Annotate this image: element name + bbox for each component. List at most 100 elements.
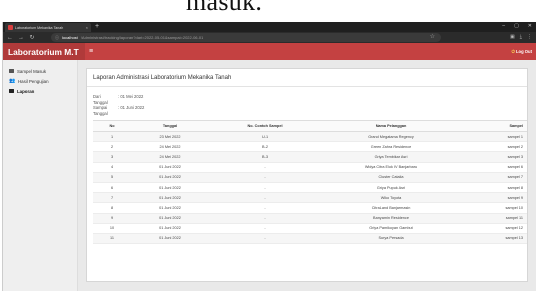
table-cell: U-1 <box>209 131 321 143</box>
menu-icon[interactable]: ⋮ <box>527 34 532 40</box>
sidebar-item-laporan[interactable]: Laporan <box>3 86 77 96</box>
table-cell: 01 Juni 2022 <box>131 213 209 224</box>
table-cell: Banyamin Residence <box>321 213 461 224</box>
table-row: 5 01 Juni 2022- Cluster Catalia sampel 7 <box>93 172 527 183</box>
table-header-row: No Tanggal No. Contoh Sampel Nama Pelang… <box>93 120 527 132</box>
tab-bar: Laboratorium Mekanika Tanah × + – ▢ ✕ <box>3 22 536 32</box>
tab-title: Laboratorium Mekanika Tanah <box>15 25 64 30</box>
table-cell: sampel 3 <box>461 151 527 163</box>
back-icon[interactable]: ← <box>7 35 13 41</box>
table-row: 6 01 Juni 2022- Griya Pupuk Asri sampel 8 <box>93 182 527 194</box>
users-icon: 👥 <box>9 78 16 84</box>
table-cell: sampel 12 <box>461 223 527 234</box>
url-input[interactable]: ⓘ localhost /Administrasi/tracking/lapor… <box>51 33 441 42</box>
table-cell: Widya Citra Elok IV Banjarbaru <box>321 162 461 173</box>
table-cell: - <box>209 213 321 224</box>
table-cell: sampel 8 <box>461 182 527 194</box>
inbox-icon <box>9 69 14 73</box>
table-cell: 24 Mei 2022 <box>131 141 209 153</box>
address-bar-row: ← → ↻ ⓘ localhost /Administrasi/tracking… <box>3 32 536 43</box>
table-cell: 10 <box>93 223 131 234</box>
sidebar-item-sampel-masuk[interactable]: Sampel Masuk <box>3 66 77 76</box>
app-header: Laboratorium M.T ≡ ⏻ Log Out <box>3 43 536 60</box>
close-window-icon[interactable]: ✕ <box>528 23 532 29</box>
table-cell: 7 <box>93 192 131 204</box>
download-icon[interactable]: ⤓ <box>520 34 522 40</box>
top-navbar: ≡ ⏻ Log Out <box>85 43 536 60</box>
table-cell: Grand Megatama Regency <box>321 131 461 143</box>
table-cell: 01 Juni 2022 <box>131 182 209 194</box>
maximize-icon[interactable]: ▢ <box>514 23 519 29</box>
table-cell: Green Zahra Residence <box>321 141 461 153</box>
new-tab-button[interactable]: + <box>95 22 99 31</box>
sidebar-item-hasil-pengujian[interactable]: 👥 Hasil Pengujian <box>3 76 77 86</box>
table-cell: 01 Juni 2022 <box>131 162 209 173</box>
table-cell: - <box>209 223 321 234</box>
date-range: Dari Tanggal : 01 Mei 2022 Sampai Tangga… <box>87 87 527 120</box>
table-cell: 1 <box>93 131 131 143</box>
column-header: No. Contoh Sampel <box>209 120 321 132</box>
table-cell: sampel 13 <box>461 233 527 245</box>
from-date-value: : 01 Mei 2022 <box>118 94 144 99</box>
table-cell: - <box>209 202 321 214</box>
reload-icon[interactable]: ↻ <box>29 34 35 41</box>
url-path: /Administrasi/tracking/laporan?dari=2022… <box>80 35 204 40</box>
main-content: Laporan Administrasi Laboratorium Mekani… <box>78 60 536 291</box>
brand-title[interactable]: Laboratorium M.T <box>3 43 85 60</box>
sidebar-item-label: Sampel Masuk <box>17 68 47 74</box>
forward-icon[interactable]: → <box>18 35 24 41</box>
table-row: 10 01 Juni 2022- Griya Pamikoyan Gambut sam… <box>93 223 527 234</box>
tab-close-icon[interactable]: × <box>86 25 88 30</box>
table-cell: Griya Tembikar Asri <box>321 151 461 163</box>
bookmark-star-icon[interactable]: ☆ <box>430 33 435 40</box>
table-cell: 2 <box>93 141 131 153</box>
table-row: 3 24 Mei 2022 B-3 Griya Tembikar Asri sampel… <box>93 151 527 163</box>
table-cell: 01 Juni 2022 <box>131 172 209 183</box>
report-icon <box>9 89 14 93</box>
table-cell: 24 Mei 2022 <box>131 151 209 163</box>
window-controls: – ▢ ✕ <box>502 23 532 29</box>
table-cell: - <box>209 162 321 173</box>
table-cell: sampel 10 <box>461 202 527 214</box>
table-row: 8 01 Juni 2022- CitraLand Banjarmasin sampe… <box>93 202 527 214</box>
table-cell: 11 <box>93 233 131 245</box>
browser-toolbar-icons: ▣ ⤓ ⋮ <box>510 34 532 40</box>
table-cell: sampel 6 <box>461 162 527 173</box>
table-cell: 3 <box>93 151 131 163</box>
extensions-icon[interactable]: ▣ <box>510 34 515 40</box>
table-cell: CitraLand Banjarmasin <box>321 202 461 214</box>
table-cell: 8 <box>93 202 131 214</box>
sidebar-item-label: Hasil Pengujian <box>18 78 49 84</box>
table-cell: Wiko Toyota <box>321 192 461 204</box>
table-cell: Griya Pamikoyan Gambut <box>321 223 461 234</box>
column-header: Tanggal <box>131 120 209 132</box>
table-cell: - <box>209 192 321 204</box>
logout-icon: ⏻ <box>511 49 515 54</box>
table-cell: 6 <box>93 182 131 194</box>
table-row: 4 01 Juni 2022- Widya Citra Elok IV Banjar… <box>93 162 527 173</box>
table-cell: sampel 2 <box>461 141 527 153</box>
browser-tab[interactable]: Laboratorium Mekanika Tanah × <box>5 23 91 32</box>
caption-text: masuk. <box>186 0 263 16</box>
table-cell: - <box>209 172 321 183</box>
table-cell: sampel 11 <box>461 213 527 224</box>
report-card: Laporan Administrasi Laboratorium Mekani… <box>86 68 528 282</box>
app-body: Sampel Masuk 👥 Hasil Pengujian Laporan L… <box>3 60 536 291</box>
table-cell: 01 Juni 2022 <box>131 233 209 245</box>
minimize-icon[interactable]: – <box>502 23 505 29</box>
table-cell: Surya Persada <box>321 233 461 245</box>
page-title: Laporan Administrasi Laboratorium Mekani… <box>87 69 527 87</box>
table-cell: 4 <box>93 162 131 173</box>
table-cell: 9 <box>93 213 131 224</box>
table-row: 2 24 Mei 2022 B-2 Green Zahra Residence samp… <box>93 141 527 153</box>
report-table: No Tanggal No. Contoh Sampel Nama Pelang… <box>93 120 527 245</box>
logout-label: Log Out <box>515 49 532 54</box>
table-cell: B-2 <box>209 141 321 153</box>
caption-fragment: masuk. <box>0 0 536 22</box>
url-host: localhost <box>62 35 78 40</box>
table-row: 7 01 Juni 2022- Wiko Toyota sampel 9 <box>93 192 527 204</box>
table-cell: - <box>209 233 321 245</box>
logout-button[interactable]: ⏻ Log Out <box>512 49 532 54</box>
hamburger-menu-icon[interactable]: ≡ <box>89 48 93 55</box>
info-icon: ⓘ <box>55 34 59 40</box>
